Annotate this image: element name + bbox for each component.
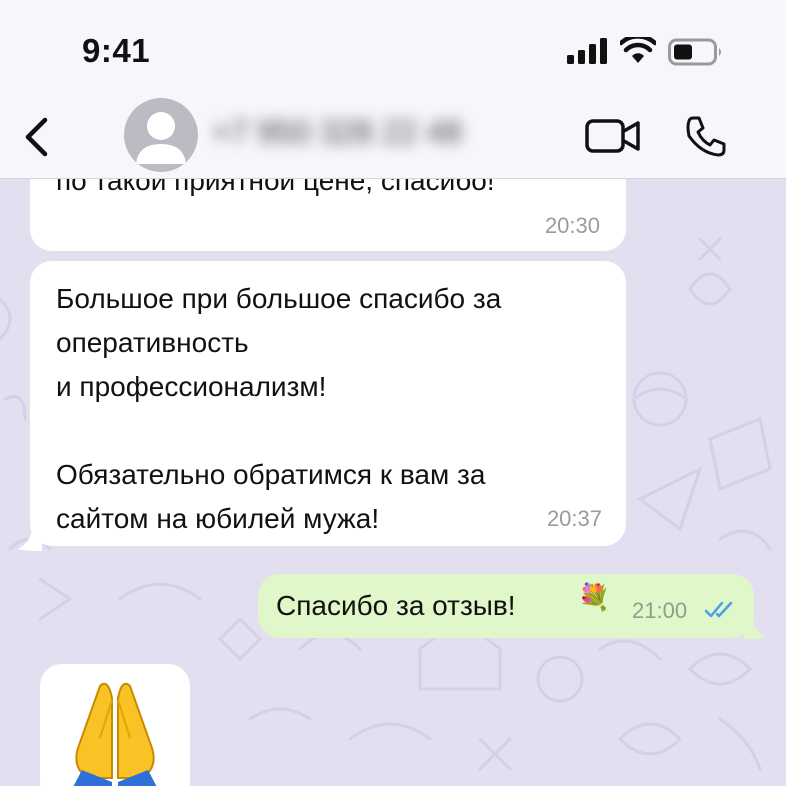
message-time: 21:00 [632, 598, 688, 623]
chat-area[interactable]: по такой приятной цене, спасибо! 20:30 Б… [0, 179, 786, 786]
message-text: Спасибо за отзыв! [276, 590, 516, 621]
bouquet-emoji: 💐 [578, 582, 611, 612]
status-time: 9:41 [82, 32, 151, 69]
back-chevron-icon[interactable] [18, 112, 58, 162]
cellular-signal-icon [567, 38, 607, 64]
video-camera-icon[interactable] [584, 116, 642, 156]
person-silhouette-icon [136, 112, 186, 164]
message-incoming[interactable]: по такой приятной цене, спасибо! 20:30 [30, 179, 626, 251]
message-time: 20:37 [546, 506, 602, 531]
folded-hands-emoji-icon [73, 682, 157, 786]
message-outgoing[interactable]: Спасибо за отзыв! 💐 21:00 [258, 574, 754, 638]
chat-header: +7 950 328 22 48 [0, 98, 786, 179]
message-text: Большое при большое спасибо за оперативн… [56, 283, 502, 534]
message-text: по такой приятной цене, спасибо! [56, 179, 495, 196]
wifi-icon [620, 37, 656, 63]
phone-icon[interactable] [684, 114, 728, 158]
message-incoming[interactable] [40, 664, 190, 786]
contact-name[interactable]: +7 950 328 22 48 [212, 114, 462, 151]
bubble-tail [744, 619, 766, 639]
avatar[interactable] [124, 98, 198, 172]
double-check-icon [704, 601, 733, 618]
battery-icon [668, 38, 721, 66]
message-incoming[interactable]: Большое при большое спасибо за оперативн… [30, 261, 626, 546]
bubble-tail [18, 529, 42, 551]
message-time: 20:30 [544, 213, 600, 238]
status-bar: 9:41 [0, 0, 786, 100]
